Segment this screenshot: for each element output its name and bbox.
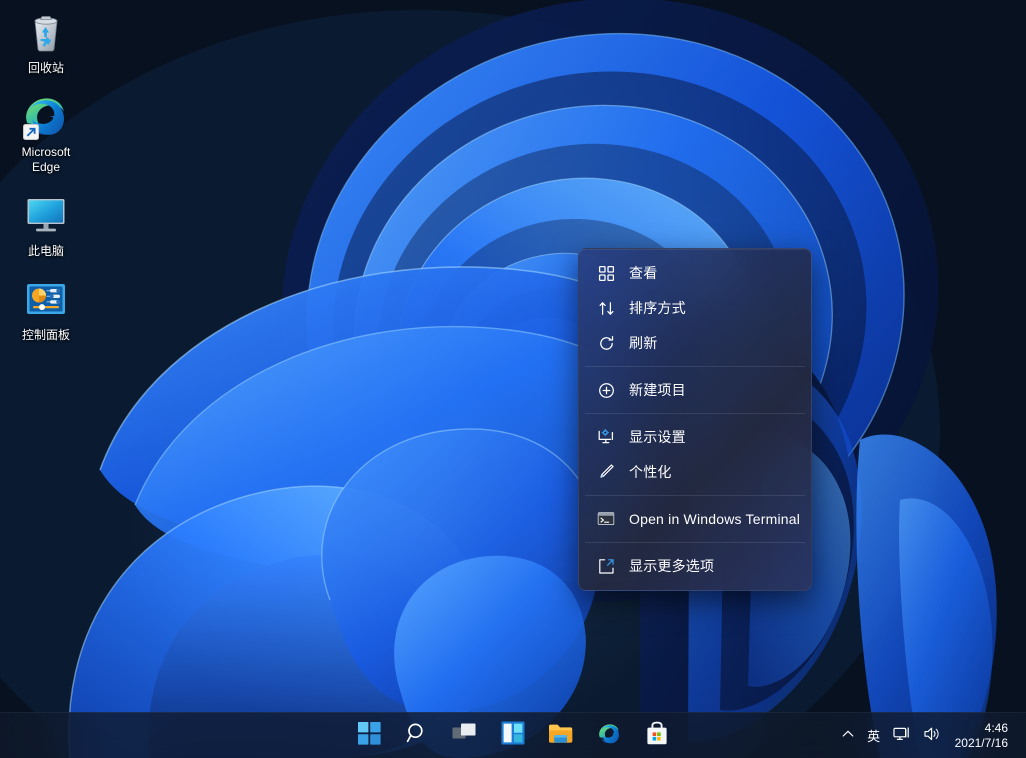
recycle-bin-icon bbox=[22, 8, 70, 56]
clock-date: 2021/7/16 bbox=[955, 736, 1008, 751]
desktop-icon-control-panel[interactable]: 控制面板 bbox=[6, 271, 86, 347]
refresh-icon bbox=[595, 332, 617, 354]
context-menu-item-sort-by[interactable]: 排序方式 bbox=[583, 291, 807, 325]
ime-indicator-label: 英 bbox=[867, 726, 880, 745]
folder-icon bbox=[548, 722, 574, 750]
context-menu-item-view[interactable]: 查看 bbox=[583, 256, 807, 290]
taskbar[interactable]: 英 bbox=[0, 712, 1026, 758]
context-menu-item-refresh[interactable]: 刷新 bbox=[583, 326, 807, 360]
desktop-icon-grid: 回收站 bbox=[0, 4, 92, 355]
context-menu-separator bbox=[585, 413, 805, 414]
tray-volume-button[interactable] bbox=[917, 718, 947, 754]
wallpaper-bloom bbox=[0, 0, 1026, 758]
desktop-icon-recycle-bin[interactable]: 回收站 bbox=[6, 4, 86, 80]
context-menu-group: 显示更多选项 bbox=[579, 546, 811, 586]
desktop-icon-label: Microsoft Edge bbox=[8, 145, 84, 175]
desktop-icon-label: 控制面板 bbox=[22, 328, 70, 343]
context-menu-separator bbox=[585, 542, 805, 543]
edge-icon bbox=[597, 721, 622, 751]
volume-icon bbox=[923, 726, 941, 745]
taskbar-search-button[interactable] bbox=[397, 716, 437, 756]
personalize-brush-icon bbox=[595, 461, 617, 483]
taskbar-edge-button[interactable] bbox=[589, 716, 629, 756]
context-menu-item-label: Open in Windows Terminal bbox=[629, 502, 800, 536]
tray-ime-button[interactable]: 英 bbox=[861, 718, 887, 754]
view-grid-icon bbox=[595, 262, 617, 284]
tray-network-button[interactable] bbox=[887, 718, 917, 754]
windows-logo-icon bbox=[358, 722, 381, 750]
taskbar-widgets-button[interactable] bbox=[493, 716, 533, 756]
taskbar-file-explorer-button[interactable] bbox=[541, 716, 581, 756]
edge-icon bbox=[22, 92, 70, 140]
sort-arrows-icon bbox=[595, 297, 617, 319]
context-menu-item-label: 个性化 bbox=[629, 455, 672, 489]
context-menu-item-label: 排序方式 bbox=[629, 291, 686, 325]
desktop-icon-microsoft-edge[interactable]: Microsoft Edge bbox=[6, 88, 86, 179]
context-menu-item-label: 显示设置 bbox=[629, 420, 686, 454]
context-menu-item-display-settings[interactable]: 显示设置 bbox=[583, 420, 807, 454]
task-view-icon bbox=[452, 722, 478, 749]
context-menu-group: 查看 排序方式 刷新 bbox=[579, 253, 811, 363]
taskbar-start-button[interactable] bbox=[349, 716, 389, 756]
desktop[interactable]: 回收站 bbox=[0, 0, 1026, 758]
context-menu-item-personalize[interactable]: 个性化 bbox=[583, 455, 807, 489]
store-bag-icon bbox=[645, 721, 669, 751]
display-settings-icon bbox=[595, 426, 617, 448]
terminal-icon bbox=[595, 508, 617, 530]
desktop-icon-label: 此电脑 bbox=[28, 244, 64, 259]
search-icon bbox=[405, 721, 429, 750]
widgets-icon bbox=[501, 721, 525, 750]
context-menu-separator bbox=[585, 495, 805, 496]
context-menu-item-label: 新建项目 bbox=[629, 373, 686, 407]
taskbar-task-view-button[interactable] bbox=[445, 716, 485, 756]
desktop-context-menu[interactable]: 查看 排序方式 刷新 bbox=[578, 248, 812, 591]
context-menu-item-new[interactable]: 新建项目 bbox=[583, 373, 807, 407]
chevron-up-icon bbox=[841, 727, 855, 744]
desktop-icon-label: 回收站 bbox=[28, 61, 64, 76]
show-more-options-icon bbox=[595, 555, 617, 577]
context-menu-item-label: 刷新 bbox=[629, 326, 657, 360]
tray-overflow-button[interactable] bbox=[835, 718, 861, 754]
context-menu-item-label: 查看 bbox=[629, 256, 657, 290]
context-menu-separator bbox=[585, 366, 805, 367]
plus-circle-icon bbox=[595, 379, 617, 401]
system-tray: 英 bbox=[835, 713, 1018, 758]
context-menu-group: 显示设置 个性化 bbox=[579, 417, 811, 492]
clock-time: 4:46 bbox=[985, 721, 1008, 736]
context-menu-group: 新建项目 bbox=[579, 370, 811, 410]
context-menu-item-label: 显示更多选项 bbox=[629, 549, 714, 583]
context-menu-group: Open in Windows Terminal bbox=[579, 499, 811, 539]
taskbar-microsoft-store-button[interactable] bbox=[637, 716, 677, 756]
context-menu-item-open-in-windows-terminal[interactable]: Open in Windows Terminal bbox=[583, 502, 807, 536]
control-panel-icon bbox=[22, 275, 70, 323]
this-pc-icon bbox=[22, 191, 70, 239]
wallpaper-artwork bbox=[0, 0, 1026, 758]
desktop-icon-this-pc[interactable]: 此电脑 bbox=[6, 187, 86, 263]
context-menu-item-show-more-options[interactable]: 显示更多选项 bbox=[583, 549, 807, 583]
taskbar-clock[interactable]: 4:46 2021/7/16 bbox=[947, 718, 1018, 754]
network-icon bbox=[893, 726, 911, 745]
